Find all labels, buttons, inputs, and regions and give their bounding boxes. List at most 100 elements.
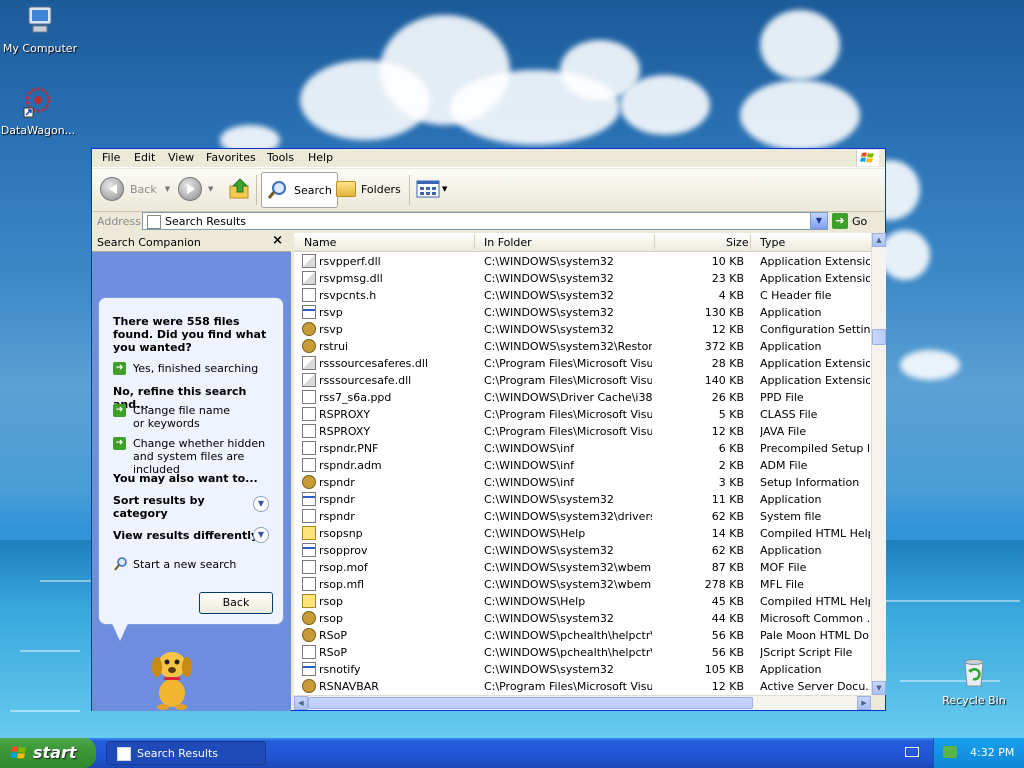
datawagon-desktop-icon[interactable]: DataWagon... (0, 86, 78, 137)
file-size: 12 KB (711, 680, 744, 693)
file-row[interactable]: RSoP C:\WINDOWS\pchealth\helpctr\... 56 KB… (294, 644, 871, 661)
my-computer-desktop-icon[interactable]: My Computer (0, 4, 80, 55)
menu-tools[interactable]: Tools (267, 151, 294, 164)
cloud (620, 75, 710, 135)
file-app-icon (302, 492, 316, 506)
change-file-name-link[interactable]: Change file name or keywords (133, 404, 243, 430)
go-button[interactable]: ➜ Go (832, 213, 867, 229)
horizontal-scroll-thumb[interactable] (308, 697, 753, 709)
file-row[interactable]: rsvpmsg.dll C:\WINDOWS\system32 23 KB Appli… (294, 270, 871, 287)
search-results-window-icon (117, 747, 131, 761)
file-type: Application Extension (760, 272, 870, 285)
green-arrow-icon: ➜ (113, 362, 126, 375)
file-row[interactable]: rsop C:\WINDOWS\Help 45 KB Compiled HTML He… (294, 593, 871, 610)
address-input[interactable]: Search Results ▼ (142, 212, 828, 230)
vertical-scroll-thumb[interactable] (872, 329, 886, 345)
file-row[interactable]: rsop.mof C:\WINDOWS\system32\wbem 87 KB MOF… (294, 559, 871, 576)
column-name[interactable]: Name (304, 236, 336, 249)
horizontal-scrollbar[interactable]: ◀ ▶ (294, 695, 871, 710)
menu-edit[interactable]: Edit (134, 151, 155, 164)
search-button[interactable]: Search (261, 172, 338, 208)
companion-balloon: There were 558 files found. Did you find… (98, 297, 284, 625)
file-name: rsvpcnts.h (319, 289, 377, 302)
file-row[interactable]: rss7_s6a.ppd C:\WINDOWS\Driver Cache\i38.… (294, 389, 871, 406)
file-row[interactable]: RSoP C:\WINDOWS\pchealth\helpctr\... 56 KB… (294, 627, 871, 644)
file-row[interactable]: rsvp C:\WINDOWS\system32 12 KB Configuratio… (294, 321, 871, 338)
recycle-bin-desktop-icon[interactable]: Recycle Bin (934, 656, 1014, 707)
file-row[interactable]: rspndr.adm C:\WINDOWS\inf 2 KB ADM File (294, 457, 871, 474)
file-size: 56 KB (711, 629, 744, 642)
expand-chevron-icon[interactable]: ▼ (253, 496, 269, 512)
scroll-right-icon[interactable]: ▶ (857, 696, 871, 710)
file-row[interactable]: rspndr C:\WINDOWS\system32\drivers 62 KB Sy… (294, 508, 871, 525)
yes-finished-link[interactable]: Yes, finished searching (133, 362, 258, 375)
recycle-bin-icon (964, 659, 984, 687)
file-type: Application (760, 663, 822, 676)
taskbar-item-search-results[interactable]: Search Results (106, 741, 266, 765)
column-size[interactable]: Size (726, 236, 749, 249)
scroll-down-icon[interactable]: ▼ (872, 681, 886, 695)
menu-view[interactable]: View (168, 151, 194, 164)
file-row[interactable]: rsopprov C:\WINDOWS\system32 62 KB Applicat… (294, 542, 871, 559)
file-row[interactable]: rspndr C:\WINDOWS\system32 11 KB Applicatio… (294, 491, 871, 508)
file-file-icon (302, 390, 316, 404)
vertical-scrollbar[interactable]: ▲ ▼ (871, 233, 886, 695)
new-search-link[interactable]: Start a new search (133, 558, 236, 571)
folders-button[interactable]: Folders (336, 172, 401, 206)
file-app-icon (302, 543, 316, 557)
safely-remove-hardware-icon[interactable] (943, 746, 957, 758)
file-row[interactable]: rsssourcesaferes.dll C:\Program Files\Mic… (294, 355, 871, 372)
file-row[interactable]: rsop.mfl C:\WINDOWS\system32\wbem 278 KB MF… (294, 576, 871, 593)
column-type[interactable]: Type (760, 236, 785, 249)
keyboard-icon[interactable] (905, 747, 919, 757)
column-separator[interactable] (654, 235, 655, 249)
start-button[interactable]: start (0, 738, 96, 768)
scroll-up-icon[interactable]: ▲ (872, 233, 886, 247)
file-row[interactable]: rsvpperf.dll C:\WINDOWS\system32 10 KB Appl… (294, 253, 871, 270)
file-row[interactable]: rsssourcesafe.dll C:\Program Files\Micros… (294, 372, 871, 389)
wave (10, 710, 80, 712)
column-separator[interactable] (474, 235, 475, 249)
menu-file[interactable]: File (102, 151, 120, 164)
file-row[interactable]: rsop C:\WINDOWS\system32 44 KB Microsoft Co… (294, 610, 871, 627)
menu-bar: File Edit View Favorites Tools Help (92, 149, 885, 168)
menu-help[interactable]: Help (308, 151, 333, 164)
search-companion-title: Search Companion (97, 236, 201, 249)
scroll-left-icon[interactable]: ◀ (294, 696, 308, 710)
sort-results-link[interactable]: Sort results by category (113, 494, 223, 520)
column-separator[interactable] (750, 235, 751, 249)
expand-chevron-icon[interactable]: ▼ (253, 527, 269, 543)
close-pane-icon[interactable]: × (272, 233, 283, 248)
forward-button[interactable]: ▼ (178, 172, 213, 206)
change-hidden-files-link[interactable]: Change whether hidden and system files a… (133, 437, 278, 476)
menu-favorites[interactable]: Favorites (206, 151, 256, 164)
views-button[interactable]: ▼ (416, 172, 447, 206)
file-row[interactable]: rspndr.PNF C:\WINDOWS\inf 6 KB Precompiled … (294, 440, 871, 457)
file-row[interactable]: rspndr C:\WINDOWS\inf 3 KB Setup Informatio… (294, 474, 871, 491)
file-row[interactable]: rsvp C:\WINDOWS\system32 130 KB Application (294, 304, 871, 321)
back-button[interactable]: Back ▼ (100, 172, 170, 206)
column-folder[interactable]: In Folder (484, 236, 532, 249)
file-size: 105 KB (704, 663, 744, 676)
file-file-icon (302, 407, 316, 421)
file-folder: C:\WINDOWS\system32 (484, 289, 614, 302)
go-arrow-icon: ➜ (832, 213, 848, 229)
file-size: 87 KB (711, 561, 744, 574)
view-results-link[interactable]: View results differently (113, 529, 258, 542)
file-row[interactable]: RSPROXY C:\Program Files\Microsoft Visua.… (294, 423, 871, 440)
file-size: 45 KB (711, 595, 744, 608)
file-file-icon (302, 645, 316, 659)
address-dropdown-icon[interactable]: ▼ (810, 213, 827, 229)
file-row[interactable]: rsopsnp C:\WINDOWS\Help 14 KB Compiled HTML… (294, 525, 871, 542)
file-row[interactable]: RSPROXY C:\Program Files\Microsoft Visua.… (294, 406, 871, 423)
companion-back-button[interactable]: Back (199, 592, 273, 614)
file-row[interactable]: rstrui C:\WINDOWS\system32\Restore 372 KB A… (294, 338, 871, 355)
taskbar-item-label: Search Results (137, 747, 219, 760)
file-row[interactable]: rsnotify C:\WINDOWS\system32 105 KB Applica… (294, 661, 871, 678)
file-dll-icon (302, 356, 316, 370)
file-row[interactable]: rsvpcnts.h C:\WINDOWS\system32 4 KB C Heade… (294, 287, 871, 304)
file-name: rspndr.PNF (319, 442, 379, 455)
search-results-icon (147, 215, 161, 229)
file-row[interactable]: RSNAVBAR C:\Program Files\Microsoft Visua… (294, 678, 871, 695)
up-folder-button[interactable] (228, 172, 252, 206)
